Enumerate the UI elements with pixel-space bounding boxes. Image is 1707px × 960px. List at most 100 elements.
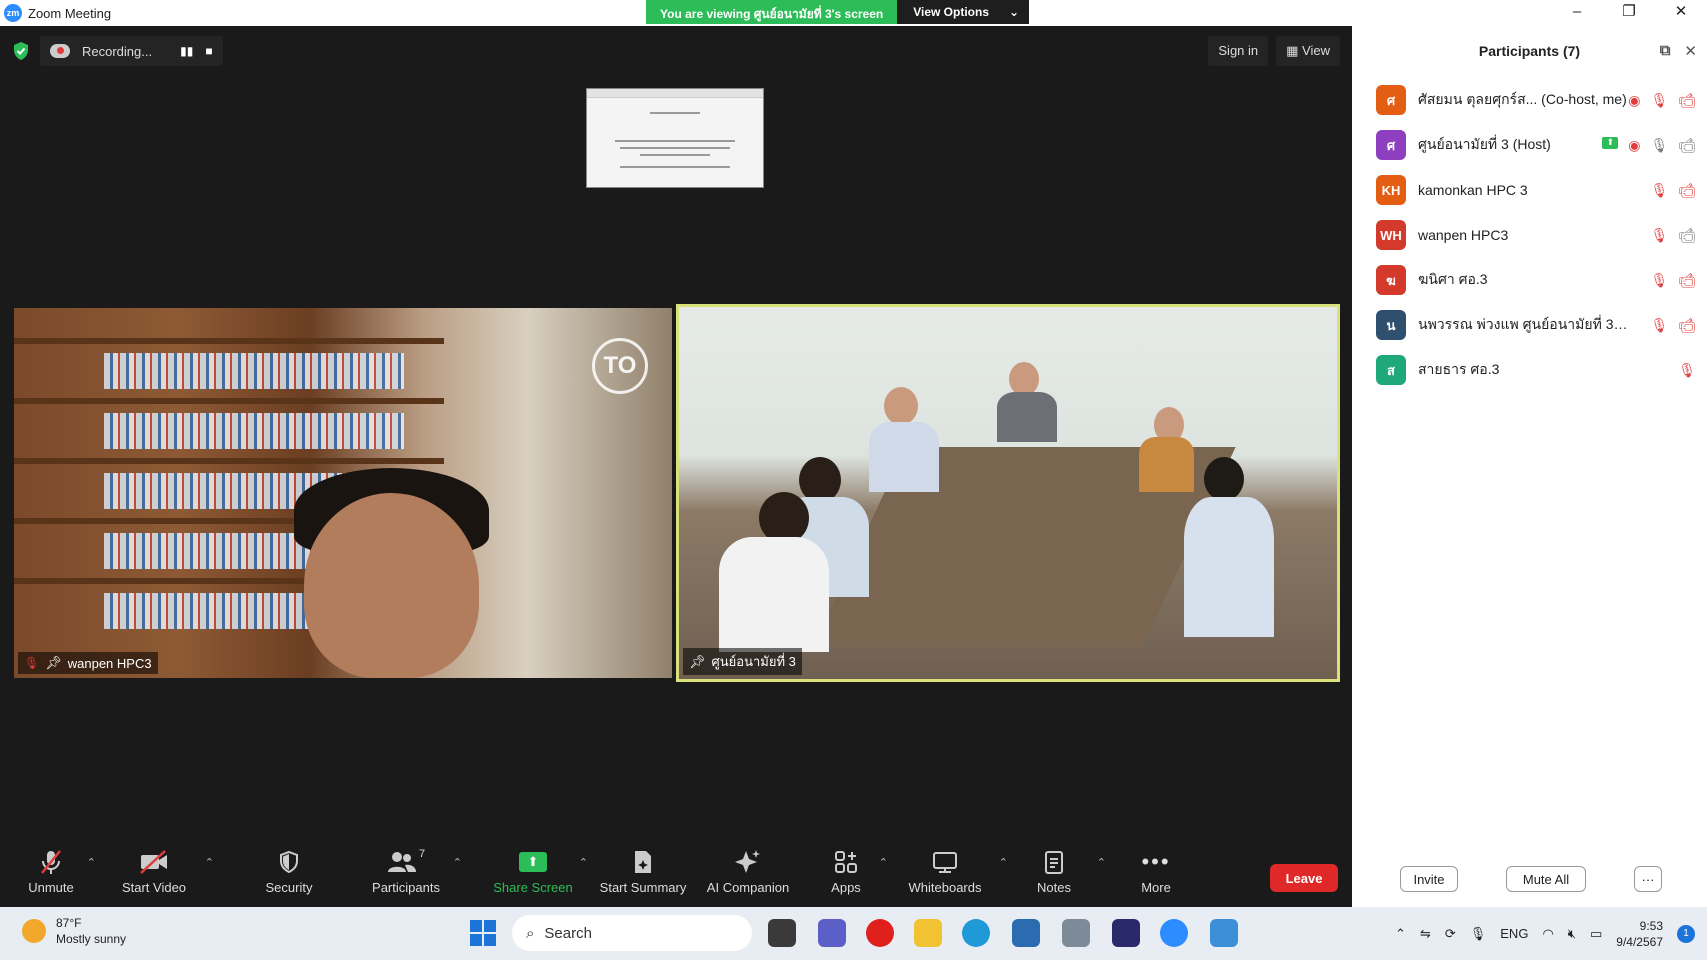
video-tile-wanpen[interactable]: TO 🎙︎ 📌︎ wanpen HPC3 [14, 308, 672, 678]
view-options-button[interactable]: View Options ⌄ [897, 0, 1030, 24]
windows-taskbar: 87°F Mostly sunny ⌕ Search ⌃ ⇋ ⟳ 🎙︎ ENG … [0, 907, 1707, 960]
video-name-tag: 📌︎ ศูนย์อนามัยที่ 3 [683, 648, 802, 675]
chevron-up-icon[interactable]: ⌃ [205, 856, 214, 869]
security-button[interactable]: Security [262, 848, 316, 895]
restore-button[interactable]: ❐ [1603, 0, 1655, 26]
chevron-up-icon[interactable]: ⌃ [879, 856, 888, 869]
notes-button[interactable]: Notes ⌃ [1034, 848, 1106, 895]
video-on-icon: 📹︎ [1678, 136, 1696, 153]
chevron-up-icon[interactable]: ⌃ [1395, 926, 1406, 942]
ai-companion-label: AI Companion [706, 880, 790, 895]
summary-icon [632, 848, 654, 876]
video-on-icon: 📹︎ [1678, 226, 1696, 243]
participant-row[interactable]: ศ ศัสยมน ตุลยศุกร์ส... (Co-host, me) ◉ 🎙… [1376, 84, 1696, 116]
stop-recording-button[interactable]: ■ [205, 44, 212, 58]
network-icon[interactable]: ⇋ [1420, 926, 1431, 942]
pause-recording-button[interactable]: ▮▮ [180, 44, 193, 58]
participants-button[interactable]: 7 Participants ⌃ [370, 848, 462, 895]
windows-logo-tile [470, 920, 482, 932]
chevron-up-icon[interactable]: ⌃ [579, 856, 588, 869]
start-button[interactable] [470, 920, 496, 946]
chevron-up-icon[interactable]: ⌃ [87, 856, 96, 869]
participant-row[interactable]: น นพวรรณ พ่วงแพ ศูนย์อนามัยที่ 3 นครส...… [1376, 309, 1696, 341]
teams-icon[interactable] [818, 919, 846, 947]
start-summary-label: Start Summary [599, 880, 687, 895]
video-off-icon: 📹︎ [1678, 91, 1696, 108]
grid-view-icon: ▦ [1286, 43, 1303, 58]
people-icon: 7 [387, 848, 425, 876]
apps-label: Apps [831, 880, 861, 895]
apps-button[interactable]: Apps ⌃ [826, 848, 888, 895]
temperature-label: 87°F [56, 916, 82, 930]
bookshelf-books [104, 413, 404, 449]
more-options-button[interactable]: ··· [1634, 866, 1662, 892]
photos-icon[interactable] [1210, 919, 1238, 947]
start-summary-button[interactable]: Start Summary [596, 848, 690, 895]
encryption-shield-icon[interactable] [12, 41, 30, 61]
participant-name: สายธาร ศอ.3 [1418, 361, 1500, 377]
chevron-up-icon[interactable]: ⌃ [1097, 856, 1106, 869]
wifi-icon[interactable]: ◠ [1542, 926, 1553, 942]
webex-icon[interactable] [1112, 919, 1140, 947]
recording-label: Recording... [82, 43, 153, 59]
start-video-button[interactable]: Start Video ⌃ [118, 848, 214, 895]
avatar: ส [1376, 355, 1406, 385]
apps-icon [834, 848, 858, 876]
chevron-up-icon[interactable]: ⌃ [453, 856, 462, 869]
security-label: Security [265, 880, 313, 895]
sign-in-button[interactable]: Sign in [1208, 36, 1269, 66]
notification-badge[interactable]: 1 [1677, 924, 1695, 943]
close-icon[interactable]: ✕ [1684, 42, 1697, 60]
participant-row[interactable]: ส สายธาร ศอ.3 🎙︎ [1376, 354, 1696, 386]
participant-row[interactable]: WH wanpen HPC3 🎙︎ 📹︎ [1376, 219, 1696, 251]
battery-icon[interactable]: ▭ [1590, 926, 1602, 942]
mic-off-icon: 🎙︎ [1650, 226, 1669, 243]
mic-icon[interactable]: 🎙︎ [1470, 926, 1487, 942]
video-tile-host[interactable]: 📌︎ ศูนย์อนามัยที่ 3 [676, 304, 1340, 682]
avatar: ศ [1376, 85, 1406, 115]
participant-status: 🎙︎ 📹︎ [1650, 317, 1696, 334]
start-video-label: Start Video [121, 880, 187, 895]
shared-screen-thumbnail[interactable] [586, 88, 764, 188]
chevron-down-icon: ⌄ [1009, 5, 1020, 19]
language-label[interactable]: ENG [1500, 926, 1528, 941]
participants-label: Participants [372, 880, 440, 895]
weather-widget[interactable]: 87°F Mostly sunny [22, 915, 126, 947]
pop-out-icon[interactable]: ⧉ [1660, 42, 1671, 60]
taskbar-search[interactable]: ⌕ Search [512, 915, 752, 951]
minimize-button[interactable]: – [1551, 0, 1603, 26]
view-options-label: View Options [913, 5, 990, 19]
participant-row[interactable]: ฆ ฆนิศา ศอ.3 🎙︎ 📹︎ [1376, 264, 1696, 296]
windows-logo-tile [484, 920, 496, 932]
participant-status: 🎙︎ 📹︎ [1650, 272, 1696, 289]
taskbar-clock[interactable]: 9:53 9/4/2567 [1616, 918, 1663, 950]
close-button[interactable]: ✕ [1655, 0, 1707, 26]
snipping-icon[interactable] [1062, 919, 1090, 947]
mute-all-button[interactable]: Mute All [1506, 866, 1586, 892]
share-screen-button[interactable]: ⬆ Share Screen ⌃ [492, 848, 588, 895]
ai-companion-button[interactable]: AI Companion [704, 848, 792, 895]
unmute-button[interactable]: Unmute ⌃ [26, 848, 96, 895]
whiteboards-button[interactable]: Whiteboards ⌃ [904, 848, 1008, 895]
more-button[interactable]: ••• More [1136, 848, 1176, 895]
file-explorer-icon[interactable] [914, 919, 942, 947]
volume-muted-icon[interactable]: 🔇︎ [1568, 926, 1576, 942]
sparkle-icon [734, 848, 762, 876]
sun-icon [22, 919, 46, 943]
leave-button[interactable]: Leave [1270, 864, 1338, 892]
task-view-icon[interactable] [768, 919, 796, 947]
view-button[interactable]: ▦ View [1276, 36, 1340, 66]
zoom-taskbar-icon[interactable] [1160, 919, 1188, 947]
chevron-up-icon[interactable]: ⌃ [999, 856, 1008, 869]
participant-status: 🎙︎ [1678, 362, 1696, 379]
bookshelf-shelf [14, 338, 444, 344]
video-name-label: ศูนย์อนามัยที่ 3 [711, 654, 796, 669]
bookshelf-shelf [14, 398, 444, 404]
store-icon[interactable] [1012, 919, 1040, 947]
participant-row[interactable]: ศ ศูนย์อนามัยที่ 3 (Host) ⬆ ◉ 🎙︎ 📹︎ [1376, 129, 1696, 161]
opera-icon[interactable] [866, 919, 894, 947]
invite-button[interactable]: Invite [1400, 866, 1458, 892]
participant-row[interactable]: KH kamonkan HPC 3 🎙︎ 📹︎ [1376, 174, 1696, 206]
edge-icon[interactable] [962, 919, 990, 947]
sync-icon[interactable]: ⟳ [1445, 926, 1456, 942]
